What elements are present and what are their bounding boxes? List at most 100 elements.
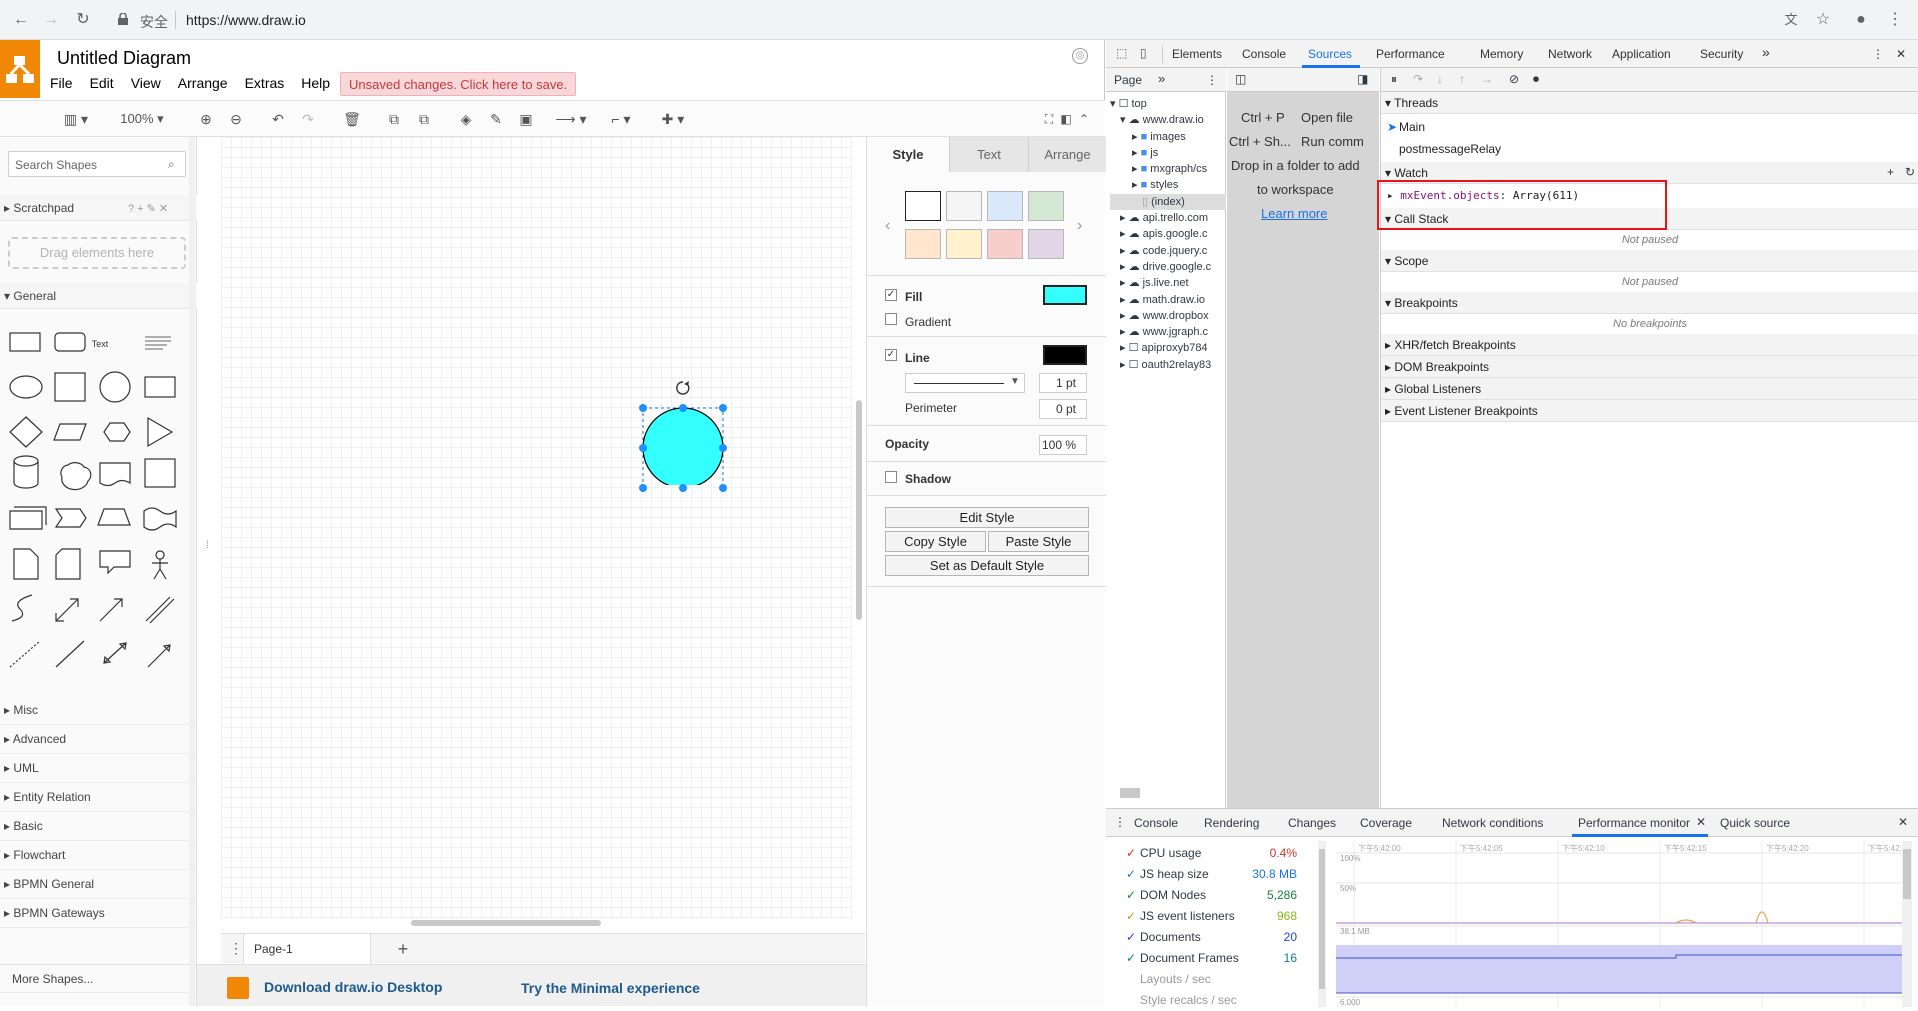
threads-header[interactable]: ▾ Threads: [1381, 92, 1918, 114]
line-color-button[interactable]: [1043, 345, 1087, 365]
reload-icon[interactable]: ↻: [74, 11, 92, 29]
drawer-tab-console[interactable]: Console: [1134, 816, 1178, 830]
line-pattern-select[interactable]: ▼: [905, 373, 1025, 393]
page-tab[interactable]: Page-1: [243, 934, 371, 964]
address-bar[interactable]: 安全 https://www.draw.io: [108, 6, 1828, 34]
next-styles-icon[interactable]: ›: [1077, 217, 1082, 235]
perimeter-input[interactable]: 0 pt: [1039, 399, 1087, 419]
drawer-tab-rendering[interactable]: Rendering: [1204, 816, 1259, 830]
tab-performance[interactable]: Performance: [1376, 47, 1445, 61]
shadow-checkbox[interactable]: [885, 471, 897, 483]
shadow-icon[interactable]: ▣: [516, 109, 536, 129]
resize-handle[interactable]: [719, 444, 727, 452]
connection-icon[interactable]: ⟶ ▾: [554, 109, 588, 129]
curve-shape[interactable]: [12, 595, 32, 621]
prev-styles-icon[interactable]: ‹: [885, 217, 890, 235]
drawer-menu-icon[interactable]: ⋮: [1114, 815, 1126, 829]
cube-shape[interactable]: [10, 507, 46, 529]
text-shape[interactable]: Text: [92, 339, 109, 349]
star-icon[interactable]: ☆: [1814, 11, 1832, 29]
gradient-checkbox[interactable]: [885, 313, 897, 325]
step-shape[interactable]: [56, 509, 86, 527]
style-swatch[interactable]: [987, 191, 1023, 221]
metric-row[interactable]: Layouts / sec: [1126, 969, 1311, 990]
metric-check-icon[interactable]: ✓: [1126, 885, 1140, 906]
more-navigator-icon[interactable]: »: [1158, 71, 1165, 86]
panel-toggle-icon[interactable]: ▥ ▾: [58, 109, 94, 129]
diagram-title[interactable]: Untitled Diagram: [57, 48, 191, 69]
zoom-out-icon[interactable]: ⊖: [226, 109, 246, 129]
tape-shape[interactable]: [144, 508, 176, 530]
zoom-in-icon[interactable]: ⊕: [196, 109, 216, 129]
style-swatch[interactable]: [905, 229, 941, 259]
category-bpmn-gateways[interactable]: ▸ BPMN Gateways: [0, 899, 197, 928]
pages-menu-icon[interactable]: ⋮: [229, 940, 243, 957]
style-swatch[interactable]: [1028, 229, 1064, 259]
xhr-breakpoints-header[interactable]: ▸ XHR/fetch Breakpoints: [1381, 334, 1918, 356]
fullscreen-icon[interactable]: ⛶: [1040, 109, 1058, 129]
zoom-select[interactable]: 100% ▾: [112, 109, 172, 129]
arrow-shape[interactable]: [100, 599, 122, 621]
hexagon-shape[interactable]: [104, 423, 130, 441]
menu-view[interactable]: View: [131, 75, 161, 91]
callout-shape[interactable]: [100, 551, 130, 573]
more-tabs-button[interactable]: »: [1762, 44, 1770, 60]
scratchpad-drop-zone[interactable]: Drag elements here: [8, 237, 186, 269]
category-entity-relation[interactable]: ▸ Entity Relation: [0, 783, 197, 812]
style-swatch[interactable]: [946, 191, 982, 221]
trapezoid-shape[interactable]: [98, 509, 130, 525]
menu-extras[interactable]: Extras: [245, 75, 285, 91]
download-desktop-link[interactable]: Download draw.io Desktop: [264, 979, 442, 995]
step-over-icon[interactable]: ↷: [1413, 72, 1423, 86]
tree-item[interactable]: ▸ ☁ math.draw.io: [1110, 292, 1226, 308]
process-shape[interactable]: [145, 377, 175, 397]
bidirectional-arrow-shape[interactable]: [56, 599, 78, 621]
tree-item[interactable]: ▸ ☐ oauth2relay83: [1110, 357, 1226, 373]
tree-item[interactable]: ▸ ☁ api.trello.com: [1110, 210, 1226, 226]
tree-item-selected[interactable]: ▯ (index): [1110, 194, 1226, 210]
fill-color-button[interactable]: [1043, 285, 1087, 305]
tab-arrange[interactable]: Arrange: [1028, 137, 1106, 172]
sidebar-splitter-handle[interactable]: ⁞: [206, 540, 209, 551]
device-toolbar-icon[interactable]: ▯: [1140, 46, 1147, 60]
delete-icon[interactable]: 🗑: [342, 109, 362, 129]
tab-security[interactable]: Security: [1700, 47, 1743, 61]
minimal-experience-link[interactable]: Try the Minimal experience: [521, 980, 700, 996]
line-shape[interactable]: [56, 641, 84, 667]
rounded-rectangle-shape[interactable]: [55, 333, 85, 351]
close-devtools-icon[interactable]: ✕: [1896, 47, 1906, 61]
fill-checkbox[interactable]: ✓: [885, 289, 897, 301]
category-bpmn-general[interactable]: ▸ BPMN General: [0, 870, 197, 899]
unsaved-changes-button[interactable]: Unsaved changes. Click here to save.: [340, 72, 576, 96]
drawer-tab-coverage[interactable]: Coverage: [1360, 816, 1412, 830]
square-shape[interactable]: [55, 373, 85, 401]
translate-icon[interactable]: 文: [1782, 11, 1800, 29]
close-tab-icon[interactable]: ✕: [1696, 815, 1706, 829]
category-misc[interactable]: ▸ Misc: [0, 696, 197, 725]
opacity-input[interactable]: 100 %: [1039, 435, 1087, 455]
diagram-canvas[interactable]: [221, 137, 852, 918]
step-icon[interactable]: →: [1481, 72, 1493, 86]
metric-row[interactable]: Style recalcs / sec: [1126, 990, 1311, 1011]
cylinder-shape[interactable]: [14, 456, 38, 488]
drawio-logo[interactable]: [0, 40, 40, 98]
metric-check-icon[interactable]: ✓: [1126, 843, 1140, 864]
tree-item[interactable]: ▸ ■ js: [1110, 145, 1226, 161]
undo-icon[interactable]: ↶: [268, 109, 288, 129]
category-advanced[interactable]: ▸ Advanced: [0, 725, 197, 754]
inspect-icon[interactable]: ⬚: [1116, 46, 1127, 60]
step-into-icon[interactable]: ↓: [1437, 72, 1443, 86]
resize-handle[interactable]: [679, 484, 687, 492]
tab-memory[interactable]: Memory: [1480, 47, 1523, 61]
drawer-tab-performance-monitor[interactable]: Performance monitor: [1578, 816, 1690, 830]
format-panel-icon[interactable]: ◧: [1058, 109, 1074, 129]
collapse-icon[interactable]: ⌃: [1076, 109, 1092, 129]
drawer-tab-network-conditions[interactable]: Network conditions: [1442, 816, 1543, 830]
metric-row[interactable]: ✓ DOM Nodes5,286: [1126, 885, 1311, 906]
metric-row[interactable]: ✓ JS event listeners968: [1126, 906, 1311, 927]
scratchpad-actions[interactable]: ? + ✎ ✕: [128, 202, 168, 215]
tree-item[interactable]: ▸ ☁ js.live.net: [1110, 275, 1226, 291]
note-shape[interactable]: [14, 549, 38, 579]
style-swatch[interactable]: [1028, 191, 1064, 221]
card-shape[interactable]: [56, 549, 80, 579]
